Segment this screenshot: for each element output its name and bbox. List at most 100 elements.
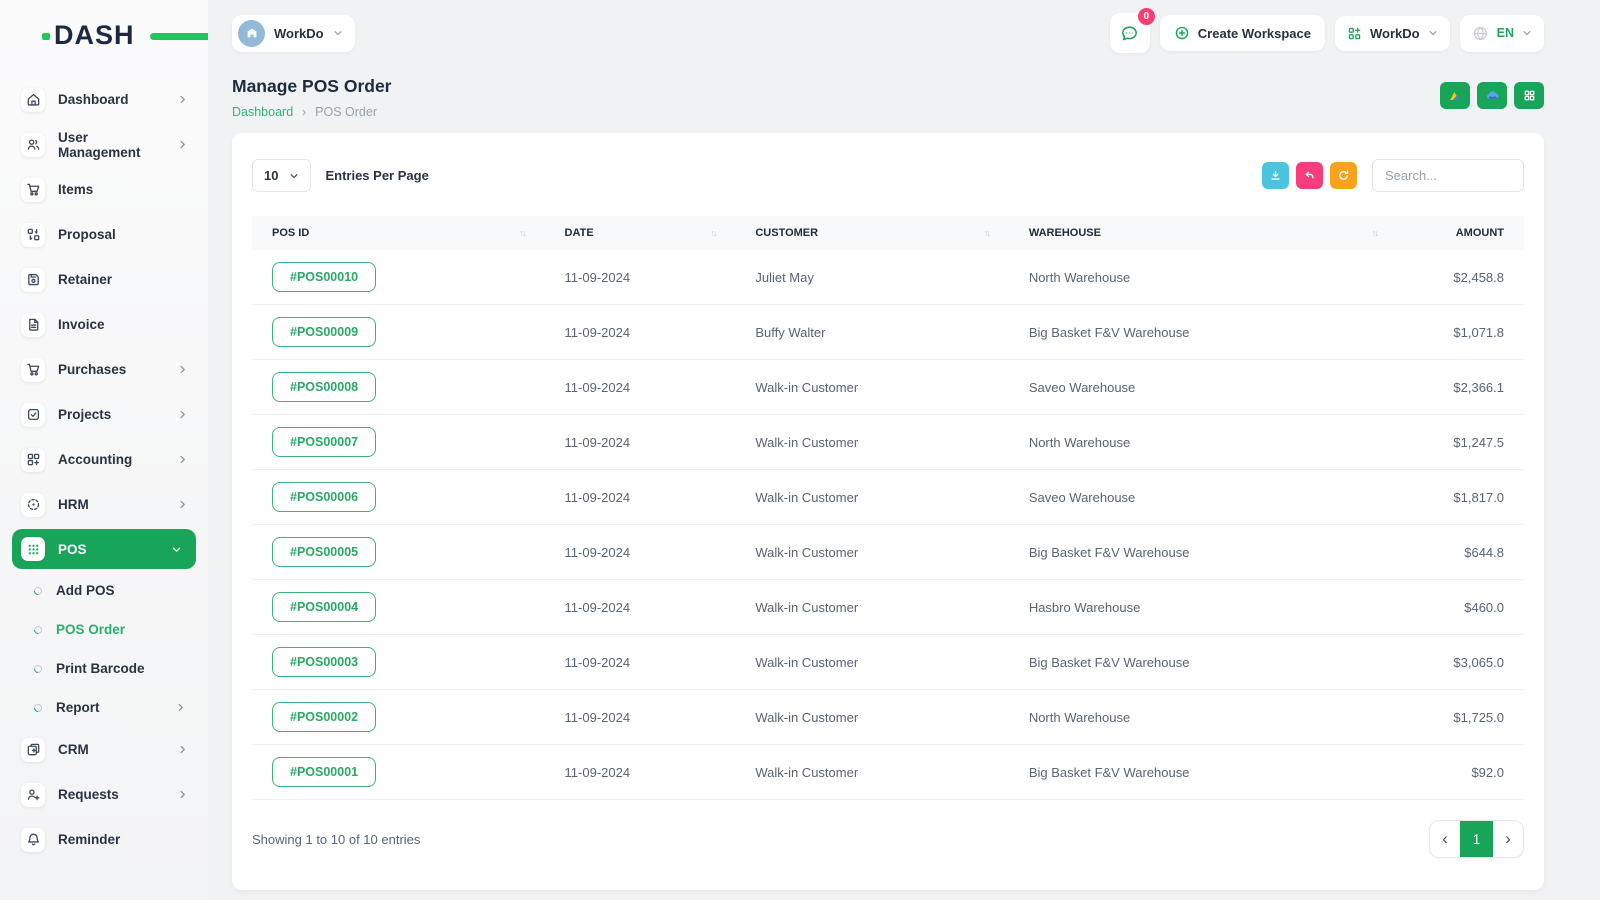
app-root: DASH Dashboard User Management Items Pro… — [0, 0, 1600, 900]
chat-icon — [1120, 24, 1139, 43]
warehouse-cell: Big Basket F&V Warehouse — [1008, 744, 1397, 800]
pos-id-button[interactable]: #POS00007 — [272, 427, 377, 457]
sidebar-item-proposal[interactable]: Proposal — [0, 212, 208, 257]
search-input[interactable] — [1372, 159, 1524, 192]
entries-per-page-select[interactable]: 10 — [252, 159, 312, 192]
customer-cell: Walk-in Customer — [735, 524, 1009, 580]
sidebar-item-label: Projects — [58, 407, 112, 422]
amount-cell: $460.0 — [1396, 579, 1524, 635]
pos-id-button[interactable]: #POS00008 — [272, 372, 377, 402]
check-square-icon — [21, 402, 45, 427]
sidebar-subitem-add-pos[interactable]: Add POS — [0, 571, 208, 610]
sidebar-item-retainer[interactable]: Retainer — [0, 257, 208, 302]
breadcrumb-current: POS Order — [315, 105, 377, 119]
bullet-icon — [32, 584, 44, 597]
pos-id-cell: #POS00001 — [252, 744, 545, 800]
customer-cell: Walk-in Customer — [735, 579, 1009, 635]
sidebar-item-items[interactable]: Items — [0, 167, 208, 212]
warehouse-cell: North Warehouse — [1008, 689, 1397, 745]
customer-cell: Walk-in Customer — [735, 469, 1009, 525]
pos-id-button[interactable]: #POS00006 — [272, 482, 377, 512]
breadcrumb-dashboard-link[interactable]: Dashboard — [232, 105, 293, 119]
pos-id-button[interactable]: #POS00002 — [272, 702, 377, 732]
pos-id-button[interactable]: #POS00001 — [272, 757, 377, 787]
reset-button[interactable] — [1296, 162, 1323, 189]
language-code: EN — [1496, 26, 1514, 40]
pos-id-cell: #POS00009 — [252, 304, 545, 360]
globe-icon — [1472, 25, 1489, 42]
pos-id-button[interactable]: #POS00004 — [272, 592, 377, 622]
current-page-button[interactable]: 1 — [1460, 821, 1493, 857]
google-drive-button[interactable] — [1440, 82, 1470, 109]
pos-id-button[interactable]: #POS00005 — [272, 537, 377, 567]
sidebar-item-hrm[interactable]: HRM — [0, 482, 208, 527]
chevron-right-icon — [177, 364, 188, 375]
grid-plus-icon — [1347, 26, 1362, 41]
sidebar-item-projects[interactable]: Projects — [0, 392, 208, 437]
date-cell: 11-09-2024 — [544, 414, 736, 470]
sidebar-subitem-print-barcode[interactable]: Print Barcode — [0, 649, 208, 688]
column-header-customer[interactable]: CUSTOMER ↑↓ — [735, 216, 1009, 250]
brand-logo[interactable]: DASH — [42, 20, 208, 51]
sort-icon: ↑↓ — [519, 228, 527, 238]
sidebar-item-reminder[interactable]: Reminder — [0, 817, 208, 862]
onedrive-button[interactable] — [1477, 82, 1507, 109]
sidebar-subitem-label: Add POS — [56, 583, 115, 598]
bullet-icon — [32, 623, 44, 636]
sidebar-item-accounting[interactable]: Accounting — [0, 437, 208, 482]
chevron-right-icon — [175, 702, 186, 713]
date-cell: 11-09-2024 — [544, 689, 736, 745]
pos-id-button[interactable]: #POS00010 — [272, 262, 377, 292]
refresh-icon — [1337, 169, 1350, 182]
customer-cell: Walk-in Customer — [735, 689, 1009, 745]
column-header-pos-id[interactable]: POS ID ↑↓ — [252, 216, 545, 250]
chevron-down-icon — [289, 171, 299, 181]
sidebar-item-requests[interactable]: Requests — [0, 772, 208, 817]
sidebar-item-user-management[interactable]: User Management — [0, 122, 208, 167]
sidebar-item-invoice[interactable]: Invoice — [0, 302, 208, 347]
column-header-warehouse[interactable]: WAREHOUSE ↑↓ — [1008, 216, 1397, 250]
date-cell: 11-09-2024 — [544, 744, 736, 800]
chevron-right-icon — [177, 789, 188, 800]
users-icon — [21, 132, 45, 157]
refresh-button[interactable] — [1330, 162, 1357, 189]
messages-button[interactable]: 0 — [1109, 8, 1155, 53]
grid-apps-button[interactable] — [1514, 82, 1544, 109]
language-selector[interactable]: EN — [1459, 14, 1544, 52]
create-workspace-button[interactable]: Create Workspace — [1159, 15, 1326, 51]
column-header-amount[interactable]: AMOUNT — [1396, 216, 1524, 250]
export-button[interactable] — [1262, 162, 1289, 189]
grid-plus-icon — [21, 447, 45, 472]
pos-id-button[interactable]: #POS00009 — [272, 317, 377, 347]
sidebar-subitem-label: Report — [56, 700, 100, 715]
showing-entries-text: Showing 1 to 10 of 10 entries — [252, 831, 421, 847]
column-header-date[interactable]: DATE ↑↓ — [544, 216, 736, 250]
pos-id-cell: #POS00008 — [252, 359, 545, 415]
sidebar-item-label: Dashboard — [58, 92, 129, 107]
pos-id-button[interactable]: #POS00003 — [272, 647, 377, 677]
amount-cell: $1,725.0 — [1396, 689, 1524, 745]
next-page-button[interactable]: › — [1493, 821, 1523, 857]
swap-grid-icon — [21, 222, 45, 247]
warehouse-cell: Hasbro Warehouse — [1008, 579, 1397, 635]
table-row: #POS00009 11-09-2024 Buffy Walter Big Ba… — [252, 304, 1524, 360]
amount-cell: $3,065.0 — [1396, 634, 1524, 690]
sort-icon: ↑↓ — [983, 228, 991, 238]
workspace-avatar — [238, 19, 265, 47]
sidebar-item-pos[interactable]: POS — [12, 529, 196, 569]
bullet-icon — [32, 701, 44, 714]
sidebar-subitem-pos-order[interactable]: POS Order — [0, 610, 208, 649]
sidebar-item-crm[interactable]: CRM — [0, 727, 208, 772]
sidebar-item-label: Retainer — [58, 272, 113, 287]
workspace-selector[interactable]: WorkDo — [232, 14, 355, 52]
sidebar-item-label: Purchases — [58, 362, 127, 377]
sidebar-item-label: Requests — [58, 787, 119, 802]
prev-page-button[interactable]: ‹ — [1430, 821, 1460, 857]
chevron-right-icon — [177, 409, 188, 420]
workdo-dropdown[interactable]: WorkDo — [1335, 15, 1450, 51]
amount-cell: $2,366.1 — [1396, 359, 1524, 415]
warehouse-cell: Saveo Warehouse — [1008, 359, 1397, 415]
sidebar-subitem-report[interactable]: Report — [0, 688, 208, 727]
sidebar-item-dashboard[interactable]: Dashboard — [0, 77, 208, 122]
sidebar-item-purchases[interactable]: Purchases — [0, 347, 208, 392]
